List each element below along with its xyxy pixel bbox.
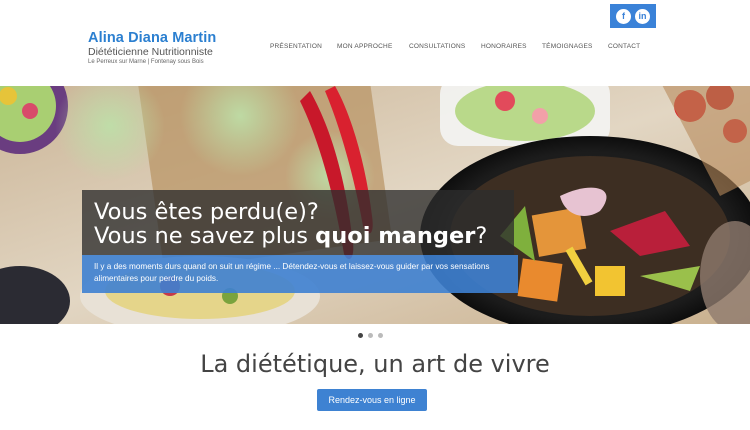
social-links: f in xyxy=(610,4,656,28)
carousel-dot-3[interactable] xyxy=(378,333,383,338)
site-header: Alina Diana Martin Diététicienne Nutriti… xyxy=(0,0,750,86)
nav-item-consultations[interactable]: CONSULTATIONS xyxy=(409,43,465,50)
hero-title-line2: Vous ne savez plus quoi manger? xyxy=(94,224,502,248)
page-tagline: La diététique, un art de vivre xyxy=(200,350,550,378)
hero-slider: Vous êtes perdu(e)? Vous ne savez plus q… xyxy=(0,86,750,324)
facebook-icon[interactable]: f xyxy=(616,8,631,24)
hero-title-line2-prefix: Vous ne savez plus xyxy=(94,223,316,249)
hero-title-line2-suffix: ? xyxy=(475,223,488,249)
hero-title-box: Vous êtes perdu(e)? Vous ne savez plus q… xyxy=(82,190,514,255)
hero-title-line1: Vous êtes perdu(e)? xyxy=(94,199,319,225)
carousel-dot-1[interactable] xyxy=(358,333,363,338)
nav-item-temoignages[interactable]: TÉMOIGNAGES xyxy=(542,43,593,50)
nav-item-presentation[interactable]: PRÉSENTATION xyxy=(270,43,322,50)
linkedin-icon[interactable]: in xyxy=(635,8,650,24)
nav-item-honoraires[interactable]: HONORAIRES xyxy=(481,43,527,50)
hero-text: Il y a des moments durs quand on suit un… xyxy=(94,262,490,283)
carousel-dot-2[interactable] xyxy=(368,333,373,338)
carousel-dots xyxy=(358,333,383,338)
main-nav: PRÉSENTATION MON APPROCHE CONSULTATIONS … xyxy=(0,43,750,55)
brand-location: Le Perreux sur Marne | Fontenay sous Boi… xyxy=(88,59,204,65)
hero-title: Vous êtes perdu(e)? Vous ne savez plus q… xyxy=(94,200,502,248)
nav-item-contact[interactable]: CONTACT xyxy=(608,43,640,50)
appointment-button[interactable]: Rendez-vous en ligne xyxy=(317,389,427,411)
hero-text-box: Il y a des moments durs quand on suit un… xyxy=(82,255,518,293)
nav-item-mon-approche[interactable]: MON APPROCHE xyxy=(337,43,393,50)
hero-title-emphasis: quoi manger xyxy=(315,223,476,249)
